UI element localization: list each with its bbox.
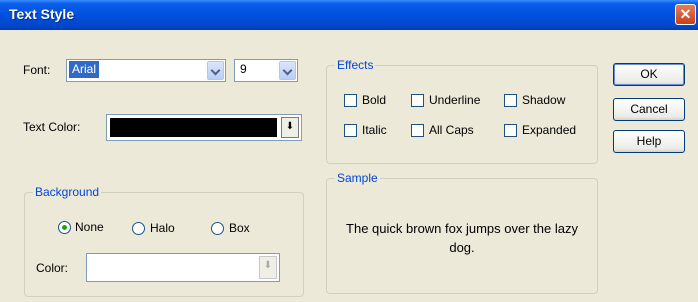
effects-group: Effects Bold Underline Shadow Italic All… (326, 58, 598, 164)
close-icon: ✕ (679, 6, 692, 22)
sample-group: Sample The quick brown fox jumps over th… (326, 171, 598, 294)
text-color-arrow-icon[interactable]: ⬇ (281, 117, 299, 138)
font-value: Arial (69, 61, 100, 78)
chevron-down-icon[interactable] (279, 61, 296, 80)
underline-label[interactable]: Underline (429, 93, 480, 107)
background-group: Background None Halo Box Color: ⬇ (24, 185, 304, 297)
chevron-down-icon[interactable] (207, 61, 224, 80)
title-bar: Text Style ✕ (0, 0, 698, 30)
italic-label[interactable]: Italic (362, 123, 387, 137)
shadow-label[interactable]: Shadow (522, 93, 565, 107)
all-caps-label[interactable]: All Caps (429, 123, 474, 137)
background-none-label[interactable]: None (75, 220, 104, 234)
all-caps-checkbox[interactable] (411, 124, 424, 137)
cancel-button[interactable]: Cancel (613, 98, 685, 121)
background-group-title: Background (33, 185, 102, 199)
bold-checkbox[interactable] (344, 94, 357, 107)
text-color-label: Text Color: (23, 120, 81, 134)
background-none-radio[interactable] (58, 221, 71, 234)
background-halo-radio[interactable] (132, 222, 145, 235)
background-color-picker[interactable]: ⬇ (86, 253, 280, 282)
font-size-select[interactable]: 9 (234, 59, 298, 82)
background-box-radio[interactable] (211, 222, 224, 235)
sample-text: The quick brown fox jumps over the lazy … (346, 221, 578, 255)
font-label: Font: (23, 63, 51, 77)
bold-label[interactable]: Bold (362, 93, 386, 107)
text-color-picker[interactable]: ⬇ (106, 114, 302, 141)
background-box-label[interactable]: Box (229, 221, 250, 235)
close-button[interactable]: ✕ (675, 4, 696, 25)
dialog-body: Font: Arial 9 Text Color: ⬇ Background N… (0, 30, 698, 302)
sample-group-title: Sample (335, 171, 380, 185)
italic-checkbox[interactable] (344, 124, 357, 137)
underline-checkbox[interactable] (411, 94, 424, 107)
expanded-label[interactable]: Expanded (522, 123, 576, 137)
font-size-value: 9 (240, 62, 247, 76)
expanded-checkbox[interactable] (504, 124, 517, 137)
background-halo-label[interactable]: Halo (150, 221, 175, 235)
text-color-swatch (110, 118, 277, 137)
help-button[interactable]: Help (613, 130, 685, 153)
effects-group-title: Effects (335, 58, 376, 72)
ok-button[interactable]: OK (613, 63, 685, 86)
shadow-checkbox[interactable] (504, 94, 517, 107)
font-select[interactable]: Arial (66, 59, 226, 82)
background-color-label: Color: (36, 261, 69, 275)
window-title: Text Style (9, 6, 75, 22)
background-color-arrow-icon[interactable]: ⬇ (259, 256, 277, 279)
